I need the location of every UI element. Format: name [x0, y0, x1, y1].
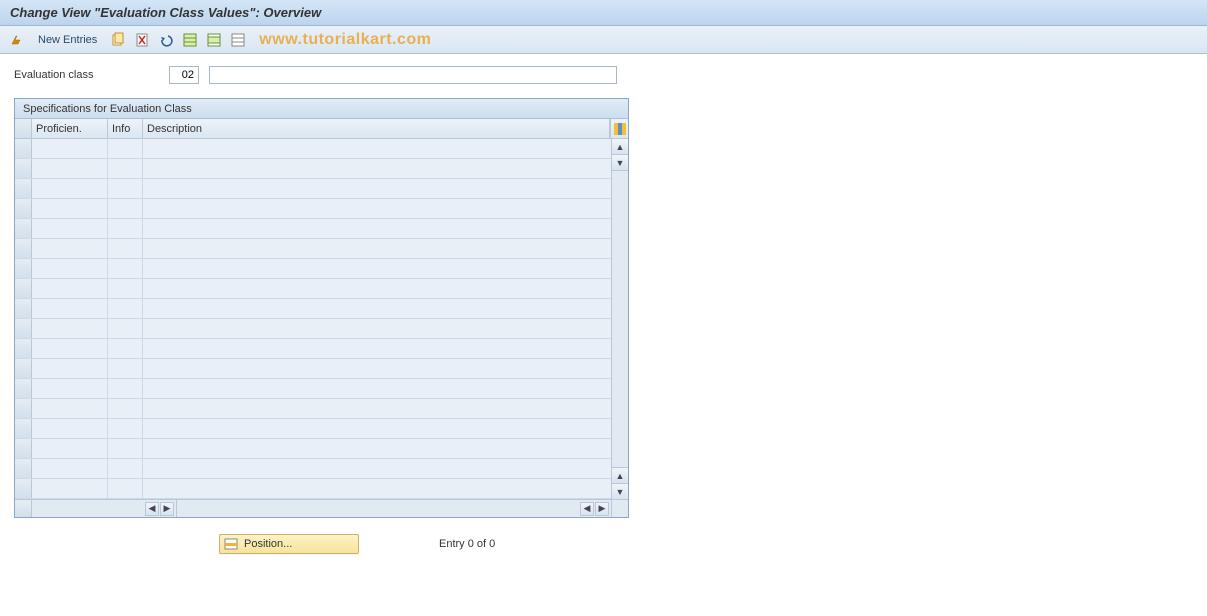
- footer: Position... Entry 0 of 0: [14, 534, 1193, 554]
- select-block-icon[interactable]: [205, 31, 223, 49]
- table-row: [15, 399, 628, 419]
- row-selector[interactable]: [15, 179, 32, 198]
- table-row: [15, 359, 628, 379]
- scroll-up-icon[interactable]: ▲: [612, 139, 628, 155]
- hscroll-right-icon[interactable]: ▶: [160, 502, 174, 516]
- hscroll-left-icon[interactable]: ◀: [145, 502, 159, 516]
- content-area: Evaluation class Specifications for Eval…: [0, 54, 1207, 566]
- column-selector[interactable]: [15, 119, 32, 138]
- eval-class-desc-input[interactable]: [209, 66, 617, 84]
- table-row: [15, 339, 628, 359]
- table-row: [15, 419, 628, 439]
- delete-icon[interactable]: [133, 31, 151, 49]
- table-row: [15, 459, 628, 479]
- table: Proficien. Info Description: [15, 119, 628, 517]
- row-selector[interactable]: [15, 299, 32, 318]
- row-selector[interactable]: [15, 219, 32, 238]
- row-selector[interactable]: [15, 379, 32, 398]
- hscroll-left2-icon[interactable]: ◀: [580, 502, 594, 516]
- eval-class-code-input[interactable]: [169, 66, 199, 84]
- row-selector[interactable]: [15, 339, 32, 358]
- scroll-down-icon[interactable]: ▼: [612, 483, 628, 499]
- row-selector[interactable]: [15, 479, 32, 498]
- undo-icon[interactable]: [157, 31, 175, 49]
- row-selector[interactable]: [15, 199, 32, 218]
- row-selector[interactable]: [15, 419, 32, 438]
- watermark-text: www.tutorialkart.com: [259, 31, 431, 49]
- row-selector[interactable]: [15, 439, 32, 458]
- row-selector[interactable]: [15, 359, 32, 378]
- other-view-icon[interactable]: [8, 31, 26, 49]
- row-selector[interactable]: [15, 159, 32, 178]
- column-description[interactable]: Description: [143, 119, 610, 138]
- table-config-icon[interactable]: [610, 119, 628, 138]
- table-row: [15, 299, 628, 319]
- eval-class-row: Evaluation class: [14, 66, 1193, 84]
- table-row: [15, 219, 628, 239]
- entry-counter: Entry 0 of 0: [439, 538, 495, 550]
- table-row: [15, 239, 628, 259]
- table-row: [15, 479, 628, 499]
- scroll-up-step-icon[interactable]: ▲: [612, 467, 628, 483]
- table-row: [15, 199, 628, 219]
- panel-header: Specifications for Evaluation Class: [15, 99, 628, 119]
- copy-icon[interactable]: [109, 31, 127, 49]
- table-row: [15, 179, 628, 199]
- row-selector[interactable]: [15, 319, 32, 338]
- table-row: [15, 159, 628, 179]
- row-selector[interactable]: [15, 239, 32, 258]
- hscroll-right2-icon[interactable]: ▶: [595, 502, 609, 516]
- table-row: [15, 279, 628, 299]
- position-label: Position...: [244, 538, 292, 550]
- row-selector[interactable]: [15, 459, 32, 478]
- column-info[interactable]: Info: [108, 119, 143, 138]
- column-proficien[interactable]: Proficien.: [32, 119, 108, 138]
- position-button[interactable]: Position...: [219, 534, 359, 554]
- deselect-all-icon[interactable]: [229, 31, 247, 49]
- scroll-track[interactable]: [612, 171, 628, 467]
- select-all-icon[interactable]: [181, 31, 199, 49]
- page-title: Change View "Evaluation Class Values": O…: [10, 5, 321, 20]
- vertical-scrollbar[interactable]: ▲ ▼ ▲ ▼: [611, 139, 628, 499]
- title-bar: Change View "Evaluation Class Values": O…: [0, 0, 1207, 26]
- row-selector[interactable]: [15, 279, 32, 298]
- specifications-panel: Specifications for Evaluation Class Prof…: [14, 98, 629, 518]
- horizontal-scrollbar: ◀ ▶ ◀ ▶: [15, 499, 628, 517]
- eval-class-label: Evaluation class: [14, 69, 159, 81]
- position-icon: [224, 537, 238, 551]
- table-header: Proficien. Info Description: [15, 119, 628, 139]
- table-body: ▲ ▼ ▲ ▼: [15, 139, 628, 499]
- table-row: [15, 379, 628, 399]
- row-selector[interactable]: [15, 259, 32, 278]
- table-row: [15, 319, 628, 339]
- row-selector[interactable]: [15, 139, 32, 158]
- toolbar: New Entries www.tutorialkart.com: [0, 26, 1207, 54]
- scroll-down-step-icon[interactable]: ▼: [612, 155, 628, 171]
- new-entries-button[interactable]: New Entries: [32, 32, 103, 48]
- table-row: [15, 139, 628, 159]
- table-row: [15, 439, 628, 459]
- row-selector[interactable]: [15, 399, 32, 418]
- table-row: [15, 259, 628, 279]
